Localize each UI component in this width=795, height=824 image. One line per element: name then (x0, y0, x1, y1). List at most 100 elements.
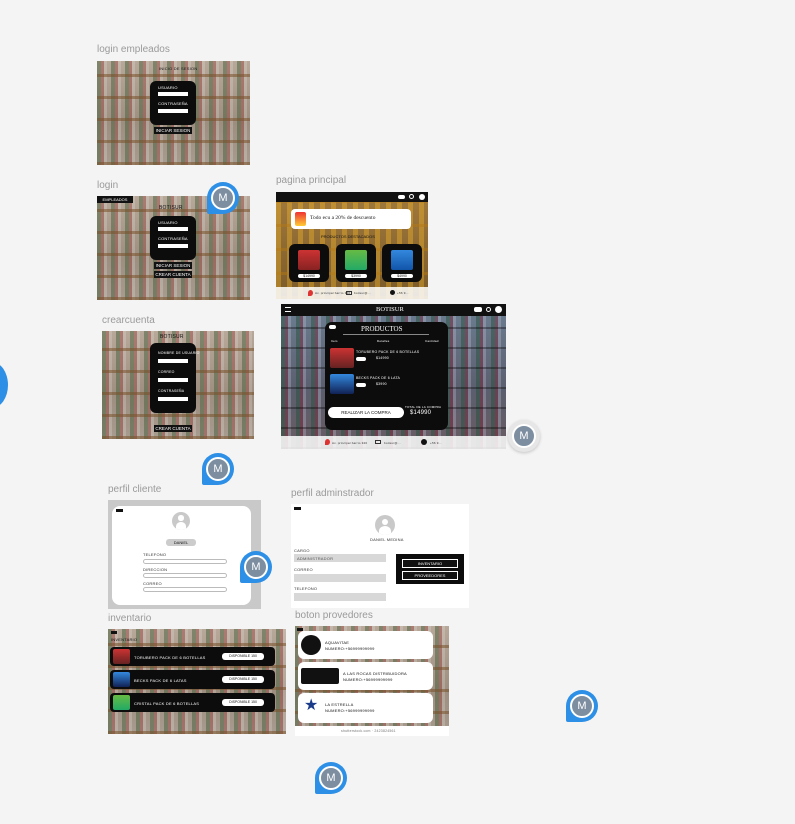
phone-icon (390, 290, 395, 295)
collaborator-avatar[interactable]: M (315, 762, 347, 794)
stock-qty: 150 (251, 677, 257, 681)
inventory-row[interactable]: BECKS PACK DE 6 LATAS DISPONIBLE 150 (110, 670, 275, 689)
product-name: BECKS PACK DE 6 LATAS (134, 678, 187, 683)
frame-carrito[interactable]: BOTISUR PRODUCTOS Item Detalles Cantidad… (281, 304, 506, 449)
collaborator-avatar[interactable]: M (240, 551, 272, 583)
login-panel: USUARIO CONTRASEÑA (150, 216, 196, 260)
collaborator-avatar[interactable]: M (566, 690, 598, 722)
provider-logo (301, 668, 339, 684)
telefono-input[interactable] (143, 559, 227, 564)
product-card[interactable]: $14990 (289, 244, 329, 282)
frame-login-empleados[interactable]: INICIO DE SESION USUARIO CONTRASEÑA INIC… (97, 61, 250, 165)
products-title: PRODUCTOS (361, 325, 403, 333)
avatar-letter: M (206, 457, 230, 481)
cargo-field[interactable]: ADMINISTRADOR (294, 554, 386, 562)
provider-card[interactable]: A LAS ROCAS DISTRIBUIDORA NUMERO:+569999… (298, 662, 433, 690)
back-arrow-icon[interactable] (294, 507, 301, 510)
search-icon[interactable] (409, 194, 414, 199)
product-card[interactable]: $4990 (382, 244, 422, 282)
telefono-label: TELEFONO (294, 586, 318, 591)
field-label: DIRECCION (143, 567, 168, 572)
user-icon[interactable] (419, 194, 425, 200)
cart-item-price: $3990 (376, 382, 387, 386)
footer: Av. principal barrio 320 botisur@... +56… (276, 287, 428, 299)
iniciar-sesion-button[interactable]: INICIAR SESION (154, 262, 192, 269)
collaborator-avatar[interactable]: M (207, 182, 239, 214)
product-image (113, 672, 130, 687)
back-arrow-icon[interactable] (116, 509, 123, 512)
usuario-input[interactable] (158, 227, 188, 231)
provider-phone: NUMERO:+56999999999 (343, 677, 393, 682)
frame-crearcuenta[interactable]: BOTISUR NOMBRE DE USUARIO CORREO CONTRAS… (102, 331, 254, 439)
qty-stepper[interactable] (356, 357, 366, 361)
provider-name: A LAS ROCAS DISTRIBUIDORA (343, 671, 407, 676)
stock-pill: DISPONIBLE 150 (222, 653, 264, 660)
cargo-label: CARGO (294, 548, 310, 553)
correo-label: CORREO (294, 567, 313, 572)
provider-logo (301, 635, 321, 655)
footer-phone: +56 9... (430, 441, 442, 445)
provider-name: LA ESTRELLA (325, 702, 354, 707)
cart-icon[interactable] (474, 307, 482, 312)
frame-perfil-admin[interactable]: DANIEL MEDINA CARGO ADMINISTRADOR CORREO… (291, 504, 469, 608)
search-icon[interactable] (486, 307, 491, 312)
back-arrow-icon[interactable] (329, 325, 336, 329)
brand-title: BOTISUR (160, 334, 184, 340)
product-card[interactable]: $3990 (336, 244, 376, 282)
avatar-letter: M (244, 555, 268, 579)
product-image (330, 374, 354, 394)
stock-pill: DISPONIBLE 150 (222, 676, 264, 683)
menu-icon[interactable] (285, 307, 291, 312)
collaborator-avatar[interactable]: M (202, 453, 234, 485)
cart-item-name: BECKS PACK DE 6 LATA (356, 376, 401, 380)
promo-banner[interactable]: Todo ecu a 20% de descuento (291, 209, 411, 229)
frame-perfil-cliente[interactable]: DANIEL TELEFONO DIRECCION CORREO (108, 500, 261, 609)
correo-input[interactable] (143, 587, 227, 592)
product-image (298, 250, 320, 270)
avatar-letter: M (512, 424, 536, 448)
avatar (172, 512, 190, 530)
frame-proveedores[interactable]: AQUAVITAE NUMERO:+56999999999 A LAS ROCA… (295, 626, 449, 736)
product-price: $3990 (345, 274, 367, 278)
crear-cuenta-button[interactable]: CREAR CUENTA (154, 425, 192, 432)
inventario-button[interactable]: INVENTARIO (402, 559, 458, 568)
provider-card[interactable]: AQUAVITAE NUMERO:+56999999999 (298, 631, 433, 659)
email-input[interactable] (158, 378, 188, 382)
username-input[interactable] (158, 359, 188, 363)
provider-card[interactable]: ★ LA ESTRELLA NUMERO:+56999999999 (298, 693, 433, 723)
contrasena-input[interactable] (158, 244, 188, 248)
stock-status: DISPONIBLE (229, 700, 251, 704)
admin-actions-panel: INVENTARIO PROVEEDORES (396, 554, 464, 584)
inventory-row[interactable]: TORUBERO PACK DE 6 BOTELLAS DISPONIBLE 1… (110, 647, 275, 666)
collaborator-avatar-partial[interactable] (0, 362, 8, 408)
inventario-heading: INVENTARIO (111, 637, 138, 642)
frame-pagina-principal[interactable]: Todo ecu a 20% de descuento PRODUCTOS DE… (276, 192, 428, 299)
promo-image (295, 212, 306, 226)
contrasena-label: CONTRASEÑA (158, 236, 188, 241)
direccion-input[interactable] (143, 573, 227, 578)
user-icon[interactable] (495, 306, 502, 313)
product-name: TORUBERO PACK DE 6 BOTELLAS (134, 655, 206, 660)
footer-address: Av. principal barrio 320 (332, 441, 368, 445)
column-header: Cantidad (425, 339, 439, 343)
telefono-field[interactable] (294, 593, 386, 601)
back-arrow-icon[interactable] (111, 631, 117, 634)
qty-stepper[interactable] (356, 383, 366, 387)
inventory-row[interactable]: CRISTAL PACK DE 6 BOTELLAS DISPONIBLE 15… (110, 693, 275, 712)
footer: Av. principal barrio 320 botisur@... +56… (281, 436, 506, 449)
crear-cuenta-button[interactable]: CREAR CUENTA (154, 271, 192, 278)
frame-inventario[interactable]: INVENTARIO TORUBERO PACK DE 6 BOTELLAS D… (108, 629, 286, 734)
product-price: $14990 (298, 274, 320, 278)
frame-label-proveedores: boton provedores (295, 610, 373, 621)
correo-field[interactable] (294, 574, 386, 582)
cargo-value: ADMINISTRADOR (297, 556, 334, 561)
empleados-tab[interactable]: EMPLEADOS (97, 196, 133, 203)
proveedores-button[interactable]: PROVEEDORES (402, 571, 458, 580)
usuario-input[interactable] (158, 92, 188, 96)
collaborator-avatar[interactable]: M (508, 420, 540, 452)
cart-icon[interactable] (398, 195, 405, 199)
contrasena-input[interactable] (158, 109, 188, 113)
password-input[interactable] (158, 397, 188, 401)
iniciar-sesion-button[interactable]: INICIAR SESION (154, 127, 192, 134)
realizar-compra-button[interactable]: REALIZAR LA COMPRA (328, 407, 404, 418)
